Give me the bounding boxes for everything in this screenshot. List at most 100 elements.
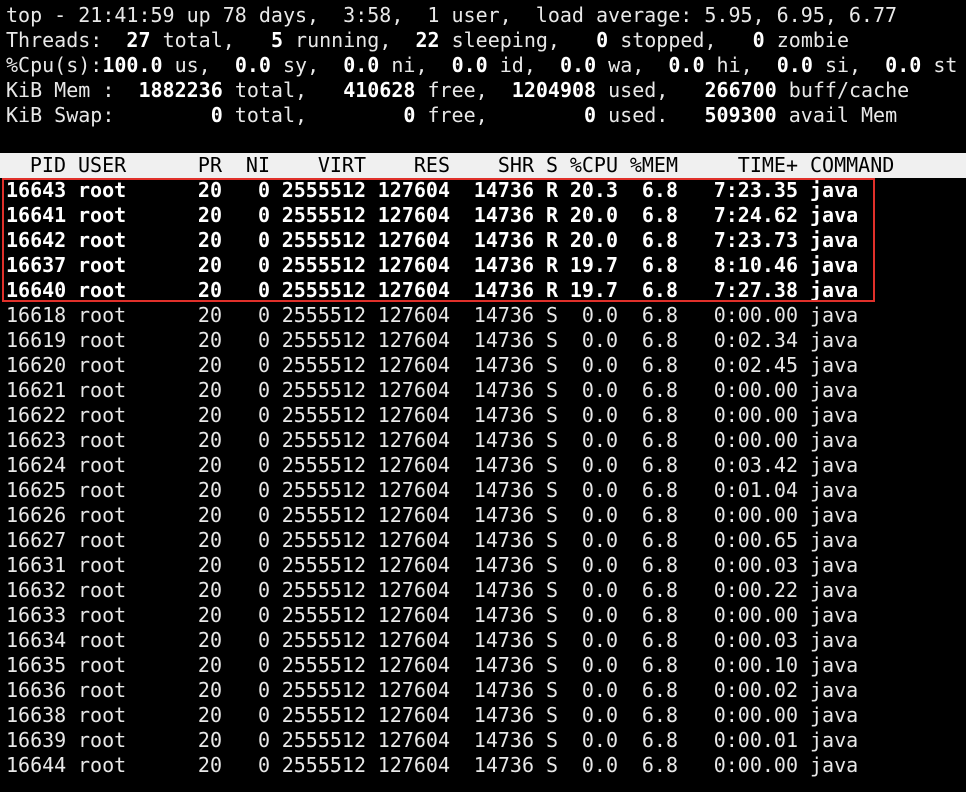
ni-cell: 0 — [257, 728, 270, 752]
res-cell: 127604 — [377, 503, 450, 527]
shr-cell: 14736 — [473, 203, 534, 227]
col-res-header[interactable]: RES — [366, 153, 450, 178]
mem-cell: 6.8 — [641, 478, 678, 502]
time-cell: 0:01.04 — [713, 478, 798, 502]
col-cpu-header[interactable]: %CPU — [558, 153, 618, 178]
process-row[interactable]: 16626 root 20 0 2555512 127604 14736 S 0.0 6.8 0:0… — [6, 503, 966, 528]
process-row[interactable]: 16625 root 20 0 2555512 127604 14736 S 0.0 6.8 0:0… — [6, 478, 966, 503]
shr-cell: 14736 — [473, 378, 534, 402]
pr-cell: 20 — [197, 703, 222, 727]
threads-stopped: 0 — [596, 28, 609, 52]
swap-label: KiB Swap: — [6, 103, 115, 127]
state-cell: S — [545, 703, 558, 727]
col-time-header[interactable]: TIME+ — [678, 153, 798, 178]
process-row[interactable]: 16636 root 20 0 2555512 127604 14736 S 0.0 6.8 0:0… — [6, 678, 966, 703]
ni-cell: 0 — [257, 553, 270, 577]
col-virt-header[interactable]: VIRT — [270, 153, 366, 178]
col-ni-header[interactable]: NI — [222, 153, 270, 178]
pr-cell: 20 — [197, 353, 222, 377]
threads-label: Threads: — [6, 28, 103, 52]
time-cell: 0:00.65 — [713, 528, 798, 552]
mem-used-label: used, — [608, 78, 669, 102]
process-row[interactable]: 16623 root 20 0 2555512 127604 14736 S 0.0 6.8 0:0… — [6, 428, 966, 453]
mem-total: 1882236 — [138, 78, 223, 102]
command-cell: java — [810, 753, 859, 777]
command-cell: java — [810, 203, 859, 227]
pid-cell: 16637 — [6, 253, 67, 277]
process-row[interactable]: 16618 root 20 0 2555512 127604 14736 S 0.0 6.8 0:0… — [6, 303, 966, 328]
command-cell: java — [810, 703, 859, 727]
process-row[interactable]: 16637 root 20 0 2555512 127604 14736 R 19.7 6.8 8:… — [6, 253, 966, 278]
res-cell: 127604 — [377, 328, 450, 352]
uptime-line: top - 21:41:59 up 78 days, 3:58, 1 user,… — [6, 3, 966, 28]
res-cell: 127604 — [377, 353, 450, 377]
res-cell: 127604 — [377, 603, 450, 627]
swap-total: 0 — [210, 103, 223, 127]
col-s-header[interactable]: S — [534, 153, 558, 178]
res-cell: 127604 — [377, 553, 450, 577]
state-cell: S — [545, 353, 558, 377]
process-row[interactable]: 16633 root 20 0 2555512 127604 14736 S 0.0 6.8 0:0… — [6, 603, 966, 628]
col-mem-header[interactable]: %MEM — [618, 153, 678, 178]
cpu-cell: 0.0 — [581, 578, 618, 602]
process-row[interactable]: 16627 root 20 0 2555512 127604 14736 S 0.0 6.8 0:0… — [6, 528, 966, 553]
pr-cell: 20 — [197, 653, 222, 677]
col-pid-header[interactable]: PID — [6, 153, 66, 178]
process-row[interactable]: 16621 root 20 0 2555512 127604 14736 S 0.0 6.8 0:0… — [6, 378, 966, 403]
pid-cell: 16636 — [6, 678, 67, 702]
process-row[interactable]: 16639 root 20 0 2555512 127604 14736 S 0.0 6.8 0:0… — [6, 728, 966, 753]
user-cell: root — [78, 253, 127, 277]
process-row[interactable]: 16644 root 20 0 2555512 127604 14736 S 0.0 6.8 0:0… — [6, 753, 966, 778]
state-cell: R — [545, 253, 558, 277]
col-command-header[interactable]: COMMAND — [798, 153, 906, 178]
ni-cell: 0 — [257, 703, 270, 727]
pid-cell: 16618 — [6, 303, 67, 327]
ni-cell: 0 — [257, 278, 270, 302]
process-row[interactable]: 16641 root 20 0 2555512 127604 14736 R 20.0 6.8 7:… — [6, 203, 966, 228]
time-cell: 0:00.00 — [713, 303, 798, 327]
uptime-text: top - 21:41:59 up 78 days, 3:58, 1 user,… — [6, 3, 898, 27]
process-row[interactable]: 16619 root 20 0 2555512 127604 14736 S 0.0 6.8 0:0… — [6, 328, 966, 353]
res-cell: 127604 — [377, 728, 450, 752]
process-row[interactable]: 16634 root 20 0 2555512 127604 14736 S 0.0 6.8 0:0… — [6, 628, 966, 653]
cpu-cell: 0.0 — [581, 753, 618, 777]
command-cell: java — [810, 253, 859, 277]
state-cell: S — [545, 528, 558, 552]
pr-cell: 20 — [197, 503, 222, 527]
process-row[interactable]: 16631 root 20 0 2555512 127604 14736 S 0.0 6.8 0:0… — [6, 553, 966, 578]
process-row[interactable]: 16622 root 20 0 2555512 127604 14736 S 0.0 6.8 0:0… — [6, 403, 966, 428]
process-row[interactable]: 16642 root 20 0 2555512 127604 14736 R 20.0 6.8 7:… — [6, 228, 966, 253]
pr-cell: 20 — [197, 753, 222, 777]
ni-cell: 0 — [257, 628, 270, 652]
process-table-body: 16643 root 20 0 2555512 127604 14736 R 20.3 6.8 7:… — [6, 178, 966, 778]
mem-cell: 6.8 — [641, 203, 678, 227]
col-pr-header[interactable]: PR — [186, 153, 222, 178]
process-row[interactable]: 16620 root 20 0 2555512 127604 14736 S 0.0 6.8 0:0… — [6, 353, 966, 378]
time-cell: 0:00.00 — [713, 378, 798, 402]
col-shr-header[interactable]: SHR — [450, 153, 534, 178]
pr-cell: 20 — [197, 553, 222, 577]
time-cell: 0:00.00 — [713, 503, 798, 527]
command-cell: java — [810, 478, 859, 502]
process-row[interactable]: 16635 root 20 0 2555512 127604 14736 S 0.0 6.8 0:0… — [6, 653, 966, 678]
user-cell: root — [78, 278, 127, 302]
cpu-wa-label: wa, — [608, 53, 645, 77]
virt-cell: 2555512 — [281, 228, 366, 252]
virt-cell: 2555512 — [281, 428, 366, 452]
time-cell: 0:00.02 — [713, 678, 798, 702]
process-row[interactable]: 16624 root 20 0 2555512 127604 14736 S 0.0 6.8 0:0… — [6, 453, 966, 478]
process-row[interactable]: 16643 root 20 0 2555512 127604 14736 R 20.3 6.8 7:… — [6, 178, 966, 203]
threads-running-label: running, — [295, 28, 392, 52]
res-cell: 127604 — [377, 178, 450, 202]
process-row[interactable]: 16638 root 20 0 2555512 127604 14736 S 0.0 6.8 0:0… — [6, 703, 966, 728]
swap-total-label: total, — [234, 103, 308, 127]
process-row[interactable]: 16640 root 20 0 2555512 127604 14736 R 19.7 6.8 7:… — [6, 278, 966, 303]
process-row[interactable]: 16632 root 20 0 2555512 127604 14736 S 0.0 6.8 0:0… — [6, 578, 966, 603]
cpu-cell: 0.0 — [581, 653, 618, 677]
pid-cell: 16626 — [6, 503, 67, 527]
cpu-cell: 0.0 — [581, 628, 618, 652]
cpu-cell: 19.7 — [569, 278, 618, 302]
user-cell: root — [78, 353, 127, 377]
col-user-header[interactable]: USER — [66, 153, 186, 178]
